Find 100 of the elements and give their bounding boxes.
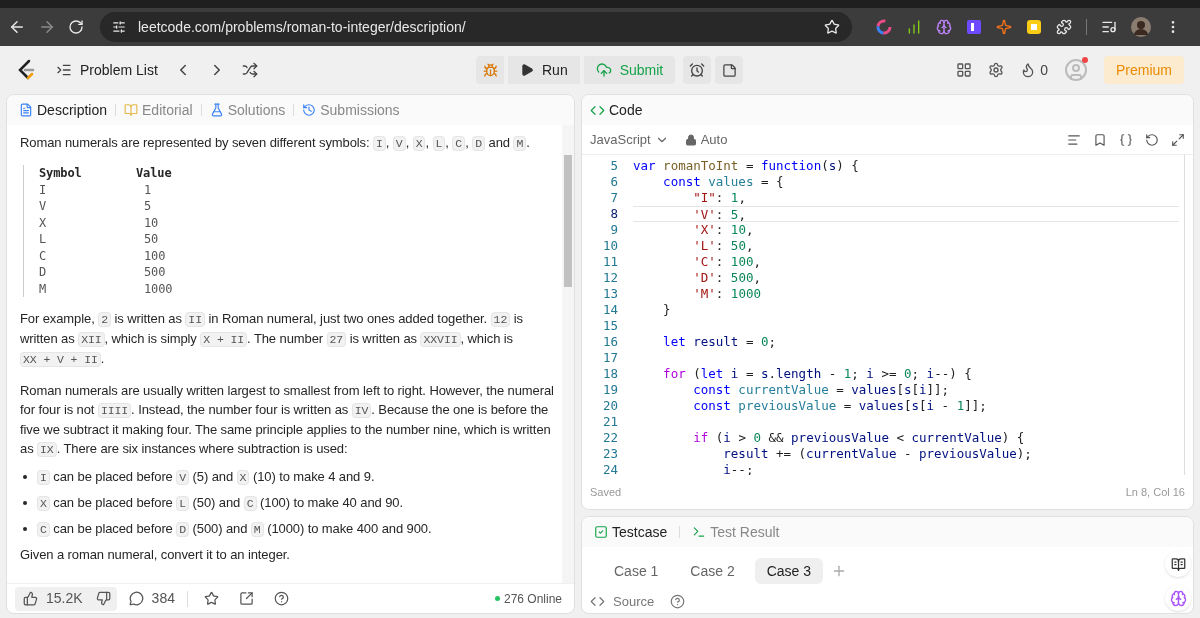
layout-icon[interactable] [956,62,973,78]
console-tab[interactable]: Testcase [594,521,668,543]
braces-icon[interactable] [1119,132,1133,147]
chart-icon[interactable] [906,19,922,35]
paragraph: For example, 2 is written as II in Roman numeral, just two ones added together. 12 is written as XII , which is simply X + II . The number 27 is written as XXVII , which is XX + V + II . [20,310,524,369]
help-icon[interactable] [670,594,686,610]
code-line: 'X': 10, [692,222,755,238]
settings-icon[interactable] [988,62,1005,78]
square-icon[interactable] [1026,19,1042,35]
line-number: 23 [601,446,618,462]
problem-list-button[interactable]: Problem List [56,59,158,81]
thumbs-up-icon [23,591,38,606]
code-line: result += (currentValue - previousValue); [722,446,1033,462]
table-cell-text: L [39,231,48,248]
thumbs-down-icon [96,591,112,606]
help-icon[interactable] [273,591,289,606]
square-logo-icon[interactable] [966,19,982,35]
line-number: 6 [609,174,618,190]
upload-icon [595,62,612,78]
share-icon[interactable] [238,591,254,606]
media-icon[interactable] [1101,19,1117,35]
code-line: for (let i = s.length - 1; i >= 0; i--) { [662,366,973,382]
checkbox-icon [594,525,608,539]
line-number: 21 [601,414,618,430]
table-cell-text: 10 [143,214,160,231]
case-tab[interactable]: Case 2 [678,558,747,584]
spark-icon[interactable] [996,19,1012,35]
list-icon [56,62,72,78]
dislike-button[interactable] [90,586,117,611]
table-cell-text: D [39,264,48,281]
panel-tab[interactable]: Submissions [302,99,400,121]
code-line: "I": 1, [692,190,747,206]
run-button[interactable]: Run [508,56,580,84]
line-number: 13 [601,286,618,302]
bookmark-icon[interactable] [1093,132,1107,147]
line-number: 7 [609,190,618,206]
logo-icon[interactable] [16,59,36,81]
panel-tab[interactable]: Editorial [124,99,193,121]
streak-button[interactable]: 0 [1020,59,1048,81]
panel-tab[interactable]: Solutions [209,99,286,121]
address-bar[interactable]: leetcode.com/problems/roman-to-integer/description/ [100,12,852,42]
notes-button[interactable] [715,56,744,84]
column-header: Value [136,165,173,182]
panel-tab[interactable]: Description [19,99,108,121]
bullet-icon [23,501,27,505]
document-icon [19,103,33,117]
code-line: if (i > 0 && previousValue < currentValue) { [692,430,1026,446]
console-tab[interactable]: Test Result [692,521,780,543]
forward-icon[interactable] [38,18,56,36]
line-number: 19 [601,382,618,398]
reload-icon[interactable] [68,19,84,35]
code-line: 'V': 5, [633,206,1179,222]
source-button[interactable]: Source [590,592,655,612]
line-number: 14 [601,302,618,318]
ring-icon[interactable] [876,19,892,35]
comment-icon [128,591,144,606]
site-settings-icon[interactable] [112,20,126,34]
table-cell-text: 500 [143,264,167,281]
terminal-icon [692,525,707,539]
paragraph: Roman numerals are represented by seven different symbols: I , V , X , L , C , D and M . [20,134,531,153]
brain-icon [1169,589,1187,607]
extensions-icon[interactable] [1056,19,1072,35]
table-cell-text: X [39,214,48,231]
code-line: 'C': 100, [692,254,762,270]
shuffle-icon[interactable] [241,62,258,78]
language-select[interactable]: JavaScript [590,129,669,150]
like-button[interactable]: 15.2K [15,586,91,611]
line-number: 24 [601,462,618,475]
table-cell-text: I [39,181,48,198]
reset-icon[interactable] [1145,132,1159,147]
format-icon[interactable] [1067,132,1081,147]
case-tab[interactable]: Case 3 [754,558,824,584]
timer-button[interactable] [683,56,712,84]
table-cell-text: C [39,247,48,264]
floating-book-button[interactable] [1165,551,1191,577]
table-cell-text: 1 [143,181,153,198]
brain-icon[interactable] [936,19,952,35]
back-icon[interactable] [8,18,26,36]
paragraph: Roman numerals are usually written largest to smallest from left to right. However, the numeral for four is not IIII . Instead, the number four is written as IV . Because the one is before the five we subtract it making four. The same principle applies to the number nine, which is written as IX . There are six instances where subtraction is used: [20,382,554,459]
favorite-icon[interactable] [203,591,219,606]
code-line: const values = { [662,174,785,190]
code-tab[interactable]: Code [590,99,643,121]
avatar-icon[interactable] [1064,58,1088,82]
code-line: 'D': 500, [692,270,762,286]
line-number: 18 [601,366,618,382]
case-tab[interactable]: Case 1 [602,558,671,584]
line-number: 11 [601,254,618,270]
table-cell-text: 5 [143,198,153,215]
bookmark-star-icon[interactable] [824,19,840,35]
code-line: const previousValue = values[s[i - 1]]; [692,398,988,414]
flask-icon [209,103,224,117]
line-number: 22 [601,430,618,446]
bug-icon [482,62,498,78]
expand-icon[interactable] [1171,132,1185,147]
note-icon [721,62,737,78]
table-cell-text: 100 [143,247,167,264]
floating-assistant-button[interactable] [1165,585,1191,611]
avatar-icon[interactable] [1131,17,1151,37]
comments-button[interactable]: 384 [124,588,179,609]
url-text: leetcode.com/problems/roman-to-integer/description/ [138,17,467,37]
